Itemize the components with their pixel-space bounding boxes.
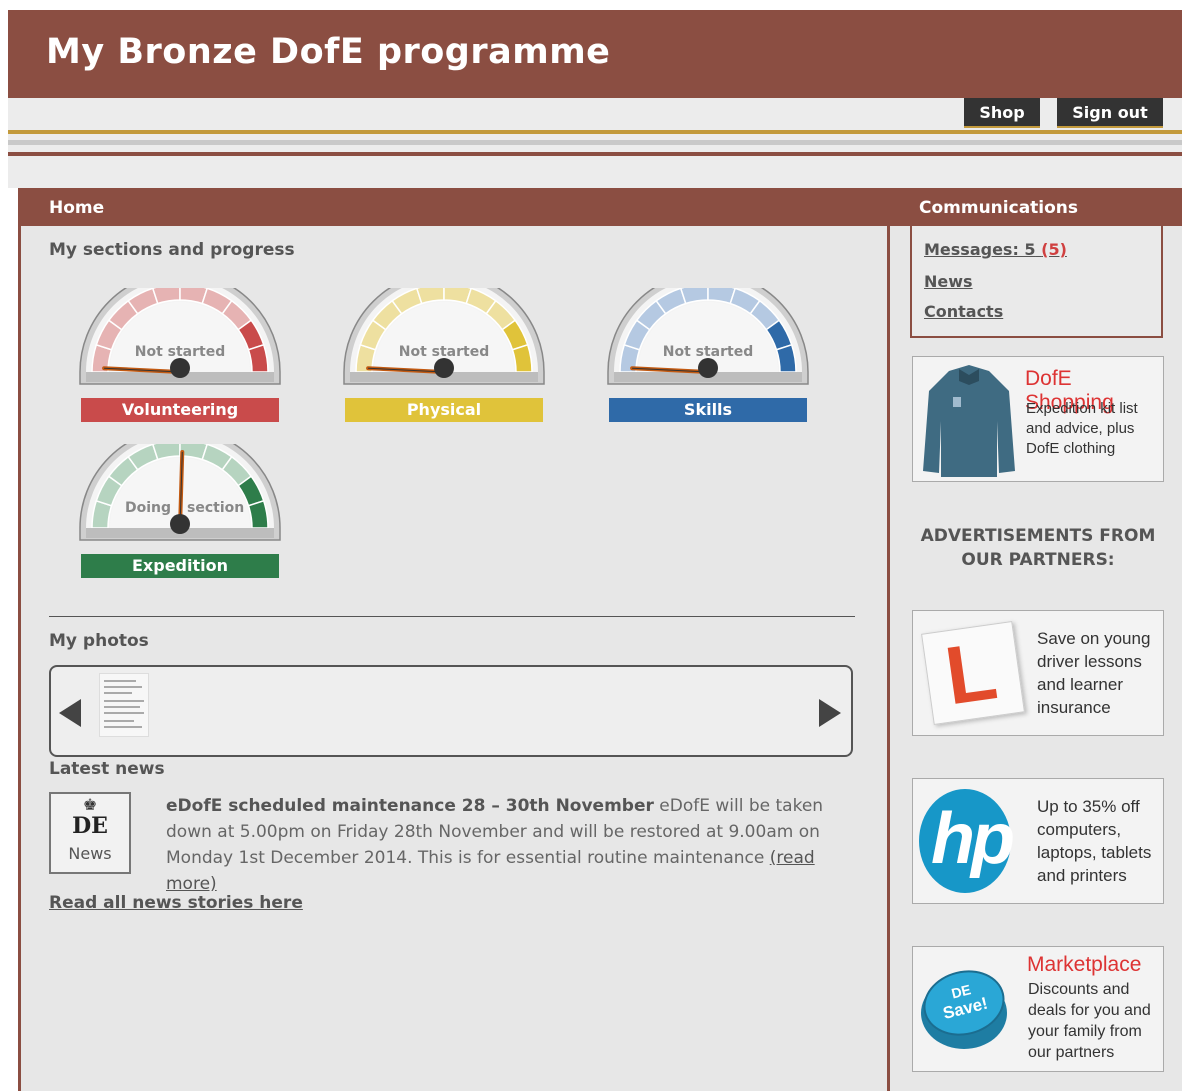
gauge-hub xyxy=(698,358,718,378)
shop-button[interactable]: Shop xyxy=(964,98,1040,128)
sign-out-button[interactable]: Sign out xyxy=(1057,98,1163,128)
gauge-segment xyxy=(247,499,269,529)
divider xyxy=(8,130,1182,134)
main-panel: Home My sections and progress Not starte… xyxy=(18,188,890,1091)
news-item: eDofE scheduled maintenance 28 – 30th No… xyxy=(166,793,838,897)
driver-insurance-ad[interactable]: L Save on young driver lessons and learn… xyxy=(912,610,1164,736)
ads-heading: ADVERTISEMENTS FROM OUR PARTNERS: xyxy=(920,526,1156,570)
marketplace-ad-title: Marketplace xyxy=(1027,953,1142,976)
sections-progress-title: My sections and progress xyxy=(49,240,295,260)
photo-thumbnail[interactable] xyxy=(99,673,149,737)
communications-box: Messages: 5 (5) News Contacts xyxy=(910,226,1163,338)
gauge-hub xyxy=(170,514,190,534)
gauge-label: Physical xyxy=(345,398,543,422)
gauge-dial xyxy=(343,288,545,385)
photos-title: My photos xyxy=(49,631,149,651)
divider xyxy=(8,140,1182,145)
learner-plate-icon: L xyxy=(921,621,1025,725)
gauge-status-left: Doing xyxy=(125,500,172,516)
gauge-dial xyxy=(79,288,281,385)
news-icon-label: News xyxy=(68,844,112,863)
shopping-ad-text: Expedition kit list and advice, plus Dof… xyxy=(1026,400,1138,457)
hp-logo-icon: hp xyxy=(919,789,1015,893)
hp-ad-text: Up to 35% off computers, laptops, tablet… xyxy=(1037,797,1152,885)
news-headline: eDofE scheduled maintenance 28 – 30th No… xyxy=(166,796,654,816)
photo-carousel xyxy=(49,665,853,757)
save-button-icon: DE Save! xyxy=(916,962,1012,1049)
messages-count: (5) xyxy=(1041,240,1067,259)
divider xyxy=(49,616,855,617)
messages-label: Messages: 5 xyxy=(924,240,1036,259)
divider xyxy=(8,152,1182,156)
gauge-status-right: section xyxy=(187,500,245,516)
gauge-hub xyxy=(434,358,454,378)
next-arrow-icon[interactable] xyxy=(819,699,841,727)
previous-arrow-icon[interactable] xyxy=(59,699,81,727)
read-all-news-link[interactable]: Read all news stories here xyxy=(49,893,303,913)
latest-news-title: Latest news xyxy=(49,759,165,779)
top-nav-band: Shop Sign out xyxy=(8,98,1182,188)
gauge-status: Not started xyxy=(662,344,754,360)
gauge-label: Volunteering xyxy=(81,398,279,422)
communications-heading: Communications xyxy=(890,188,1182,226)
news-link[interactable]: News xyxy=(924,272,973,291)
home-heading: Home xyxy=(21,188,887,226)
contacts-link[interactable]: Contacts xyxy=(924,302,1003,321)
gauge-status: Not started xyxy=(134,344,226,360)
marketplace-ad[interactable]: DE Save! Marketplace Discounts and deals… xyxy=(912,946,1164,1072)
messages-link[interactable]: Messages: 5 (5) xyxy=(924,240,1067,259)
gauge-hub xyxy=(170,358,190,378)
gauge-volunteering[interactable]: Not started Volunteering xyxy=(79,288,281,428)
page-title: My Bronze DofE programme xyxy=(46,32,611,72)
gauge-physical[interactable]: Not started Physical xyxy=(343,288,545,428)
news-icon: ♚ DE News xyxy=(49,792,131,874)
gauge-dial xyxy=(79,444,281,541)
gauge-label: Skills xyxy=(609,398,807,422)
learner-plate-letter: L xyxy=(940,625,1003,723)
dofe-logo: DE xyxy=(72,813,108,839)
gauge-status: Not started xyxy=(398,344,490,360)
marketplace-ad-text: Discounts and deals for you and your fam… xyxy=(1028,981,1151,1061)
dofe-shopping-ad[interactable]: DofE Shopping Expedition kit list and ad… xyxy=(912,356,1164,482)
driver-ad-text: Save on young driver lessons and learner… xyxy=(1037,629,1151,717)
gauge-label: Expedition xyxy=(81,554,279,578)
gauge-skills[interactable]: Not started Skills xyxy=(607,288,809,428)
sidebar: Messages: 5 (5) News Contacts DofE Shopp… xyxy=(890,226,1182,1091)
gauge-dial xyxy=(607,288,809,385)
hp-ad[interactable]: hp Up to 35% off computers, laptops, tab… xyxy=(912,778,1164,904)
crown-icon: ♚ xyxy=(82,795,98,814)
hp-logo-text: hp xyxy=(931,799,1015,879)
site-header: My Bronze DofE programme xyxy=(8,10,1182,98)
gauge-expedition[interactable]: Doing section Expedition xyxy=(79,444,281,584)
fleece-jacket-icon xyxy=(923,365,1015,477)
